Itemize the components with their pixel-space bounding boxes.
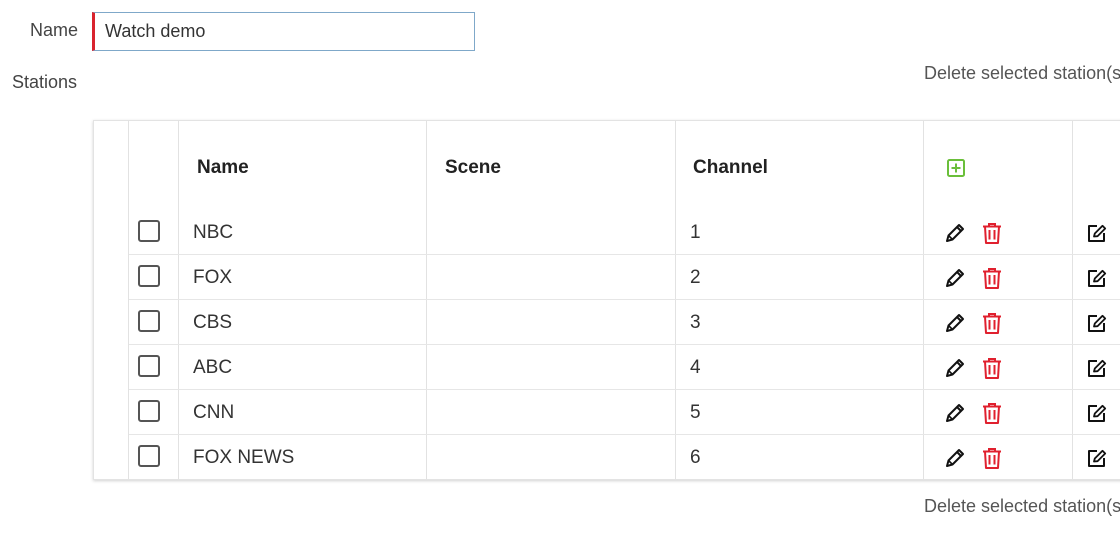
trash-icon[interactable] [979, 310, 1005, 336]
stations-table: Name Scene Channel NBC 1 FOX 2 CBS 3 ABC 4 CNN 5 F… [93, 120, 1120, 480]
trash-icon[interactable] [979, 400, 1005, 426]
station-channel: 2 [690, 267, 701, 288]
station-channel: 5 [690, 402, 701, 423]
station-name: NBC [193, 222, 234, 243]
trash-icon[interactable] [979, 355, 1005, 381]
pencil-icon[interactable] [942, 355, 968, 381]
trash-icon[interactable] [979, 265, 1005, 291]
station-channel: 3 [690, 312, 701, 333]
station-name: CBS [193, 312, 233, 333]
table-row: CNN 5 [129, 389, 1120, 435]
table-row: CBS 3 [129, 299, 1120, 345]
pencil-icon[interactable] [942, 400, 968, 426]
header-scene: Scene [445, 157, 501, 178]
pencil-icon[interactable] [942, 445, 968, 471]
edit-square-icon[interactable] [1084, 355, 1110, 381]
delete-selected-button-top[interactable]: Delete selected station(s) [924, 63, 1120, 84]
edit-square-icon[interactable] [1084, 220, 1110, 246]
row-checkbox[interactable] [138, 310, 160, 332]
header-name: Name [197, 157, 249, 178]
station-name: FOX [193, 267, 233, 288]
delete-selected-button-bottom[interactable]: Delete selected station(s) [924, 496, 1120, 517]
table-row: FOX 2 [129, 254, 1120, 300]
pencil-icon[interactable] [942, 220, 968, 246]
row-checkbox[interactable] [138, 400, 160, 422]
edit-square-icon[interactable] [1084, 400, 1110, 426]
row-checkbox[interactable] [138, 445, 160, 467]
station-channel: 1 [690, 222, 701, 243]
name-label: Name [30, 20, 79, 40]
header-channel: Channel [693, 157, 768, 178]
station-name: FOX NEWS [193, 447, 295, 468]
station-editor: Name Stations Delete selected station(s)… [0, 0, 1120, 534]
add-station-icon[interactable] [947, 159, 965, 177]
edit-square-icon[interactable] [1084, 445, 1110, 471]
table-row: FOX NEWS 6 [129, 434, 1120, 480]
edit-square-icon[interactable] [1084, 310, 1110, 336]
edit-square-icon[interactable] [1084, 265, 1110, 291]
row-checkbox[interactable] [138, 355, 160, 377]
trash-icon[interactable] [979, 445, 1005, 471]
pencil-icon[interactable] [942, 265, 968, 291]
station-name: CNN [193, 402, 235, 423]
row-checkbox[interactable] [138, 265, 160, 287]
name-input[interactable] [92, 12, 475, 51]
station-name: ABC [193, 357, 233, 378]
stations-label: Stations [12, 72, 78, 92]
trash-icon[interactable] [979, 220, 1005, 246]
table-row: ABC 4 [129, 344, 1120, 390]
pencil-icon[interactable] [942, 310, 968, 336]
station-channel: 4 [690, 357, 701, 378]
table-row: NBC 1 [129, 210, 1120, 255]
station-channel: 6 [690, 447, 701, 468]
row-checkbox[interactable] [138, 220, 160, 242]
